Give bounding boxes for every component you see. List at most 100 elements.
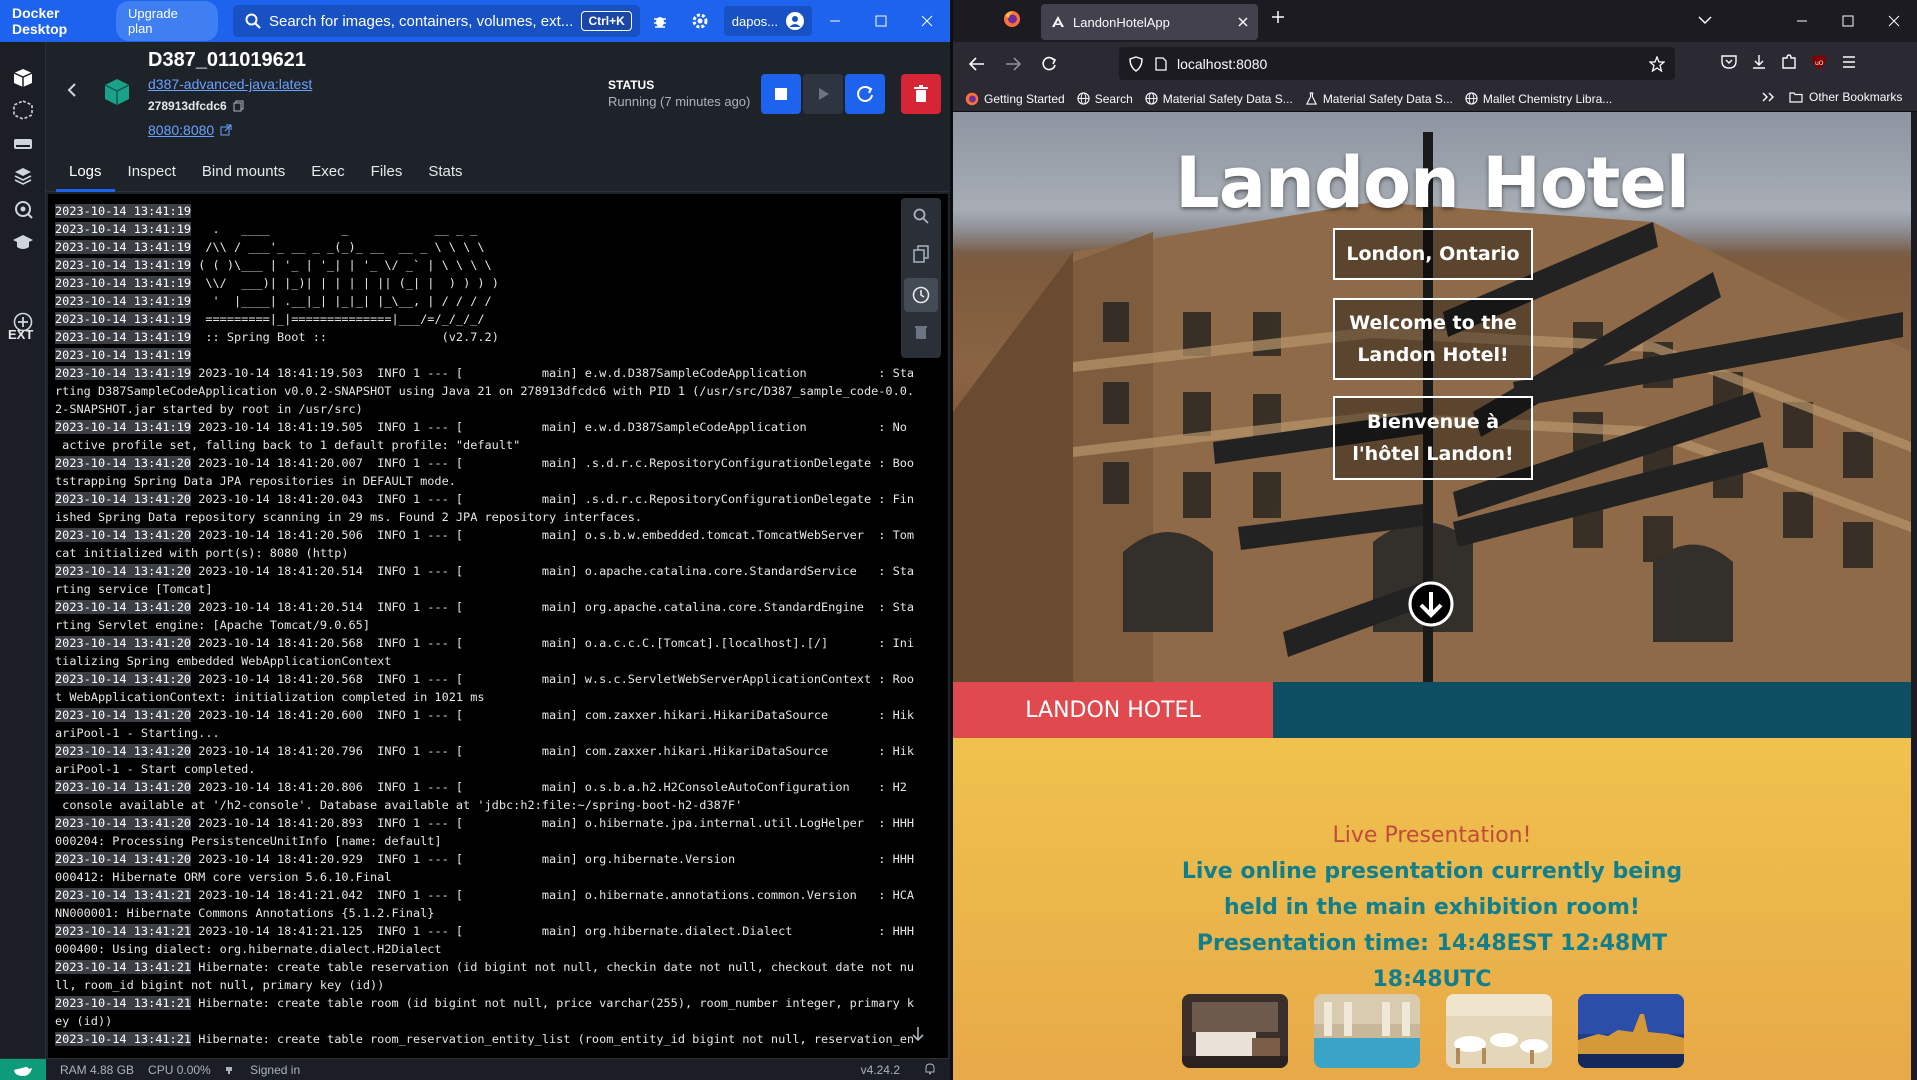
log-message: rting D387SampleCodeApplication v0.0.2-S…: [55, 384, 915, 398]
scroll-to-bottom-icon[interactable]: [911, 1026, 925, 1047]
log-timestamp: 2023-10-14 13:41:20: [55, 456, 192, 470]
copy-icon[interactable]: [909, 242, 933, 266]
container-image-link[interactable]: d387-advanced-java:latest: [148, 76, 312, 92]
welcome-english-text: Welcome to the Landon Hotel!: [1349, 312, 1517, 366]
hamburger-menu-icon[interactable]: [1841, 54, 1857, 70]
log-message: console available at '/h2-console'. Data…: [55, 798, 743, 812]
new-tab-plus-icon[interactable]: [1271, 10, 1285, 29]
back-arrow-icon[interactable]: [66, 82, 78, 103]
port-link[interactable]: 8080:8080: [148, 122, 232, 138]
start-button[interactable]: [803, 74, 843, 114]
dining-thumbnail[interactable]: [1446, 994, 1552, 1068]
gear-icon[interactable]: [680, 12, 720, 30]
log-line: 2023-10-14 13:41:21 Hibernate: create ta…: [55, 958, 914, 976]
builds-icon[interactable]: [11, 164, 35, 188]
tab-exec[interactable]: Exec: [298, 154, 357, 192]
cpu-usage: CPU 0.00%: [148, 1062, 211, 1077]
delete-button[interactable]: [901, 74, 941, 114]
timestamps-toggle-icon[interactable]: [904, 278, 938, 312]
tab-stats[interactable]: Stats: [415, 154, 475, 192]
log-message: 2023-10-14 18:41:20.506 INFO 1 --- [ mai…: [198, 528, 915, 542]
stop-icon: [775, 88, 787, 100]
user-menu[interactable]: dapos...: [723, 6, 813, 36]
containers-icon[interactable]: [11, 66, 35, 90]
log-timestamp: 2023-10-14 13:41:19: [55, 240, 192, 254]
docker-search-bar[interactable]: Search for images, containers, volumes, …: [232, 5, 640, 37]
images-icon[interactable]: [11, 98, 35, 122]
log-timestamp: 2023-10-14 13:41:19: [55, 420, 192, 434]
search-placeholder: Search for images, containers, volumes, …: [268, 12, 574, 30]
ublock-origin-icon[interactable]: uO: [1811, 54, 1827, 70]
log-lines: 2023-10-14 13:41:19 2023-10-14 13:41:19 …: [55, 202, 914, 1048]
minimize-button[interactable]: [812, 0, 858, 42]
extensions-puzzle-icon[interactable]: [1781, 54, 1797, 70]
log-line: 000412: Hibernate ORM core version 5.6.1…: [55, 868, 905, 886]
hotel-brand-tab[interactable]: LANDON HOTEL: [953, 682, 1273, 738]
tab-inspect[interactable]: Inspect: [115, 154, 189, 192]
log-message: . ____ _ __ _ _: [198, 222, 478, 236]
downloads-icon[interactable]: [1751, 54, 1767, 70]
log-timestamp: 2023-10-14 13:41:21: [55, 996, 192, 1010]
log-line: cat initialized with port(s): 8080 (http…: [55, 544, 905, 562]
maximize-button[interactable]: [858, 0, 904, 42]
bookmark-msds-2[interactable]: Material Safety Data S...: [1305, 92, 1453, 106]
list-tabs-chevron-icon[interactable]: [1698, 12, 1712, 30]
page-info-icon[interactable]: [1155, 56, 1167, 71]
close-button[interactable]: [1871, 0, 1917, 42]
back-arrow-icon[interactable]: [959, 57, 995, 71]
bug-icon[interactable]: [640, 13, 680, 29]
bookmark-getting-started[interactable]: Getting Started: [965, 92, 1065, 106]
address-bar[interactable]: localhost:8080: [1119, 47, 1675, 80]
notifications-bell-icon[interactable]: [924, 1062, 936, 1078]
stop-button[interactable]: [761, 74, 801, 114]
minimize-button[interactable]: [1779, 0, 1825, 42]
close-tab-icon[interactable]: [1238, 17, 1248, 27]
log-message: 2023-10-14 18:41:20.568 INFO 1 --- [ mai…: [198, 636, 915, 650]
clear-trash-icon[interactable]: [909, 320, 933, 344]
more-bookmarks-chevron-icon[interactable]: [1761, 91, 1775, 106]
tab-logs[interactable]: Logs: [56, 154, 115, 192]
log-timestamp: 2023-10-14 13:41:20: [55, 852, 192, 866]
learning-center-icon[interactable]: [11, 230, 35, 254]
upgrade-plan-button[interactable]: Upgrade plan: [115, 1, 218, 41]
log-viewer[interactable]: 2023-10-14 13:41:19 2023-10-14 13:41:19 …: [48, 194, 948, 1058]
search-shortcut-badge: Ctrl+K: [581, 11, 632, 31]
log-timestamp: 2023-10-14 13:41:20: [55, 672, 192, 686]
london-thumbnail[interactable]: [1578, 994, 1684, 1068]
browser-tab-active[interactable]: LandonHotelApp: [1041, 4, 1258, 40]
docker-whale-icon[interactable]: [0, 1058, 46, 1080]
log-message: cat initialized with port(s): 8080 (http…: [55, 546, 349, 560]
scout-icon[interactable]: [11, 197, 35, 221]
log-message: ariPool-1 - Start completed.: [55, 762, 256, 776]
scroll-down-arrow-icon[interactable]: [1407, 580, 1455, 633]
close-button[interactable]: [904, 0, 950, 42]
pocket-icon[interactable]: [1721, 54, 1737, 70]
search-icon[interactable]: [909, 204, 933, 228]
restart-button[interactable]: [845, 74, 885, 114]
volumes-icon[interactable]: [11, 132, 35, 156]
add-extension-icon[interactable]: [11, 310, 35, 334]
hero-section: Landon Hotel London, Ontario Welcome to …: [953, 112, 1911, 682]
room-thumbnail[interactable]: [1182, 994, 1288, 1068]
copy-icon[interactable]: [233, 100, 244, 112]
log-message: ariPool-1 - Starting...: [55, 726, 220, 740]
forward-arrow-icon[interactable]: [995, 57, 1031, 71]
tab-title: LandonHotelApp: [1073, 14, 1170, 30]
bookmark-mallet-chemistry[interactable]: Mallet Chemistry Libra...: [1465, 92, 1612, 106]
other-bookmarks[interactable]: Other Bookmarks: [1789, 90, 1902, 104]
bookmark-star-icon[interactable]: [1649, 55, 1665, 72]
bookmark-msds-1[interactable]: Material Safety Data S...: [1145, 92, 1293, 106]
docker-desktop-window: Docker Desktop Upgrade plan Search for i…: [0, 0, 950, 1080]
log-line: NN000001: Hibernate Commons Annotations …: [55, 904, 905, 922]
firefox-logo-icon[interactable]: [1003, 10, 1021, 33]
live-presentation-message: Live online presentation currently being…: [1181, 859, 1683, 992]
docker-brand: Docker Desktop: [12, 5, 68, 37]
shield-icon[interactable]: [1129, 55, 1143, 72]
bookmark-search[interactable]: Search: [1077, 92, 1133, 106]
tab-files[interactable]: Files: [358, 154, 416, 192]
maximize-button[interactable]: [1825, 0, 1871, 42]
tab-bind-mounts[interactable]: Bind mounts: [189, 154, 298, 192]
reload-icon[interactable]: [1031, 56, 1067, 72]
pool-thumbnail[interactable]: [1314, 994, 1420, 1068]
log-timestamp: 2023-10-14 13:41:19: [55, 276, 192, 290]
